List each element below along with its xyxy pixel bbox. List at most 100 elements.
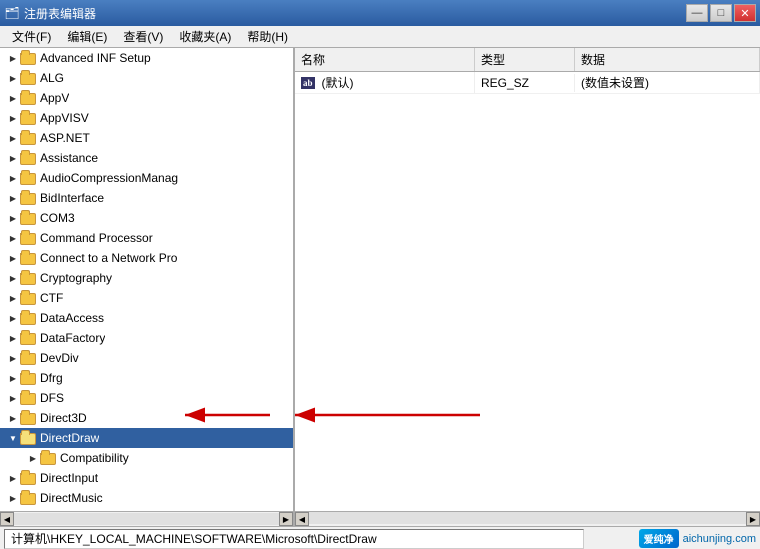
tree-label: AppVISV — [40, 111, 89, 125]
menu-edit[interactable]: 编辑(E) — [59, 26, 115, 47]
tree-scroll[interactable]: ▶ Advanced INF Setup ▶ ALG ▶ AppV ▶ — [0, 48, 293, 511]
watermark: 爱纯净 aichunjing.com — [639, 529, 756, 548]
watermark-url: aichunjing.com — [683, 533, 756, 545]
folder-icon — [40, 450, 56, 466]
expand-icon: ▶ — [8, 373, 18, 383]
tree-item-bidinterface[interactable]: ▶ BidInterface — [0, 188, 293, 208]
tree-label: Direct3D — [40, 411, 87, 425]
menu-favorites[interactable]: 收藏夹(A) — [171, 26, 239, 47]
tree-label: BidInterface — [40, 191, 104, 205]
status-path: 计算机\HKEY_LOCAL_MACHINE\SOFTWARE\Microsof… — [4, 529, 584, 549]
tree-label: DataAccess — [40, 311, 104, 325]
tree-item-advanced-inf[interactable]: ▶ Advanced INF Setup — [0, 48, 293, 68]
expand-icon: ▶ — [8, 213, 18, 223]
folder-icon-open — [20, 430, 36, 446]
tree-item-devdiv[interactable]: ▶ DevDiv — [0, 348, 293, 368]
tree-item-com3[interactable]: ▶ COM3 — [0, 208, 293, 228]
tree-item-appv[interactable]: ▶ AppV — [0, 88, 293, 108]
tree-hscrollbar[interactable]: ◀ ▶ — [0, 512, 295, 526]
tree-label: DirectMusic — [40, 491, 103, 505]
expand-icon: ▶ — [8, 93, 18, 103]
tree-item-datafactory[interactable]: ▶ DataFactory — [0, 328, 293, 348]
folder-icon — [20, 230, 36, 246]
tree-item-appvisv[interactable]: ▶ AppVISV — [0, 108, 293, 128]
tree-label: Compatibility — [60, 451, 129, 465]
tree-label: ALG — [40, 71, 64, 85]
tree-item-cmdprocessor[interactable]: ▶ Command Processor — [0, 228, 293, 248]
hscroll-track[interactable] — [14, 513, 279, 525]
folder-icon — [20, 290, 36, 306]
minimize-button[interactable]: — — [686, 4, 708, 22]
menu-help[interactable]: 帮助(H) — [239, 26, 296, 47]
tree-label: AppV — [40, 91, 69, 105]
tree-label: DevDiv — [40, 351, 79, 365]
tree-panel: ▶ Advanced INF Setup ▶ ALG ▶ AppV ▶ — [0, 48, 295, 511]
tree-item-cryptography[interactable]: ▶ Cryptography — [0, 268, 293, 288]
tree-item-assistance[interactable]: ▶ Assistance — [0, 148, 293, 168]
tree-item-directinput[interactable]: ▶ DirectInput — [0, 468, 293, 488]
folder-icon — [20, 250, 36, 266]
expand-icon: ▶ — [8, 393, 18, 403]
folder-icon — [20, 70, 36, 86]
folder-icon — [20, 150, 36, 166]
tree-item-direct3d[interactable]: ▶ Direct3D — [0, 408, 293, 428]
col-header-data: 数据 — [575, 48, 760, 71]
tree-item-directmusic[interactable]: ▶ DirectMusic — [0, 488, 293, 508]
folder-icon — [20, 190, 36, 206]
hscroll-right-right[interactable]: ▶ — [746, 512, 760, 526]
tree-label: DataFactory — [40, 331, 105, 345]
folder-icon — [20, 50, 36, 66]
tree-item-dataaccess[interactable]: ▶ DataAccess — [0, 308, 293, 328]
tree-label: ASP.NET — [40, 131, 90, 145]
registry-header: 名称 类型 数据 — [295, 48, 760, 72]
tree-label: Advanced INF Setup — [40, 51, 151, 65]
tree-item-dfs[interactable]: ▶ DFS — [0, 388, 293, 408]
restore-button[interactable]: □ — [710, 4, 732, 22]
hscroll-track-right[interactable] — [309, 512, 746, 524]
tree-label: Command Processor — [40, 231, 153, 245]
menu-view[interactable]: 查看(V) — [115, 26, 171, 47]
tree-item-alg[interactable]: ▶ ALG — [0, 68, 293, 88]
reg-cell-name: ab (默认) — [295, 72, 475, 93]
folder-icon — [20, 370, 36, 386]
tree-label: DFS — [40, 391, 64, 405]
close-button[interactable]: ✕ — [734, 4, 756, 22]
menu-file[interactable]: 文件(F) — [4, 26, 59, 47]
hscroll-right[interactable]: ▶ — [279, 512, 293, 526]
registry-row-default[interactable]: ab (默认) REG_SZ (数值未设置) — [295, 72, 760, 94]
expand-icon: ▶ — [8, 353, 18, 363]
tree-label: DirectInput — [40, 471, 98, 485]
tree-item-connectnetwork[interactable]: ▶ Connect to a Network Pro — [0, 248, 293, 268]
expand-icon: ▶ — [8, 313, 18, 323]
expand-icon: ▶ — [8, 493, 18, 503]
folder-icon — [20, 270, 36, 286]
tree-item-compatibility[interactable]: ▶ Compatibility — [0, 448, 293, 468]
expand-icon: ▶ — [8, 113, 18, 123]
tree-item-directdraw[interactable]: ▼ DirectDraw — [0, 428, 293, 448]
tree-label: Connect to a Network Pro — [40, 251, 177, 265]
expand-icon: ▶ — [8, 253, 18, 263]
tree-label: DirectDraw — [40, 431, 99, 445]
tree-item-ctf[interactable]: ▶ CTF — [0, 288, 293, 308]
hscroll-left[interactable]: ◀ — [0, 512, 14, 526]
reg-cell-data: (数值未设置) — [575, 72, 760, 93]
title-bar: 🗂 注册表编辑器 — □ ✕ — [0, 0, 760, 26]
expand-icon: ▶ — [8, 193, 18, 203]
tree-item-dfrg[interactable]: ▶ Dfrg — [0, 368, 293, 388]
window-title: 注册表编辑器 — [24, 5, 682, 22]
expand-icon: ▶ — [8, 173, 18, 183]
right-hscrollbar[interactable]: ◀ ▶ — [295, 512, 760, 526]
tree-item-audiocomp[interactable]: ▶ AudioCompressionManag — [0, 168, 293, 188]
reg-value-name: (默认) — [322, 74, 354, 91]
expand-icon: ▶ — [8, 333, 18, 343]
menu-bar: 文件(F) 编辑(E) 查看(V) 收藏夹(A) 帮助(H) — [0, 26, 760, 48]
expand-icon: ▶ — [8, 73, 18, 83]
status-bar: 计算机\HKEY_LOCAL_MACHINE\SOFTWARE\Microsof… — [0, 526, 760, 549]
folder-icon — [20, 410, 36, 426]
hscroll-left-right[interactable]: ◀ — [295, 512, 309, 526]
tree-item-aspnet[interactable]: ▶ ASP.NET — [0, 128, 293, 148]
folder-icon — [20, 490, 36, 506]
folder-icon — [20, 170, 36, 186]
horizontal-scrollbars: ◀ ▶ ◀ ▶ — [0, 511, 760, 526]
main-content: ▶ Advanced INF Setup ▶ ALG ▶ AppV ▶ — [0, 48, 760, 511]
